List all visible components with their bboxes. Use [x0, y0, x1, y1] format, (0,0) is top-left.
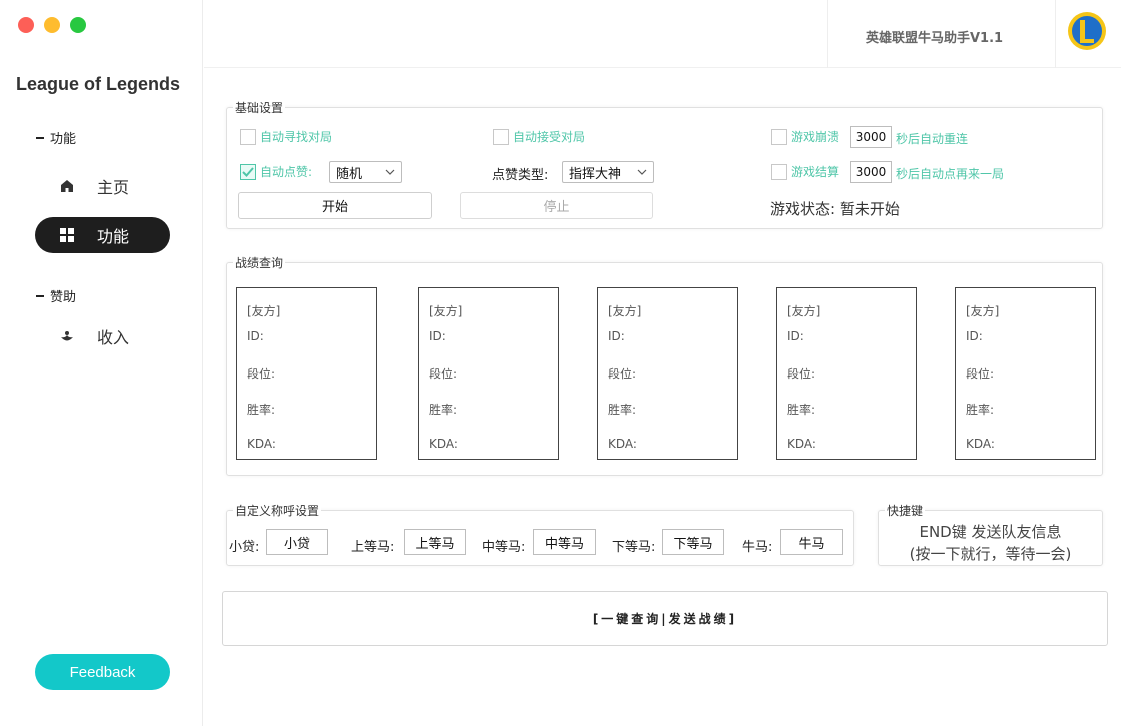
hotkey-title: 快捷键 — [885, 502, 926, 519]
home-icon — [59, 178, 75, 194]
name-input[interactable]: 上等马 — [404, 529, 466, 555]
end-delay-input[interactable]: 3000 — [850, 161, 892, 183]
stop-button[interactable]: 停止 — [460, 192, 653, 219]
sidebar-item-label: 主页 — [97, 178, 130, 197]
header-title: 英雄联盟牛马助手V1.1 — [866, 31, 1004, 46]
player-card: [友方] ID: 段位: 胜率: KDA: — [776, 287, 917, 460]
sidebar-item-home[interactable]: 主页 — [35, 168, 170, 204]
like-type-label: 点赞类型: — [492, 168, 549, 183]
name-input[interactable]: 牛马 — [780, 529, 843, 555]
name-label: 牛马: — [742, 540, 773, 555]
feedback-button[interactable]: Feedback — [35, 654, 170, 690]
dash-icon — [36, 136, 44, 139]
window-controls — [18, 17, 86, 33]
name-label: 上等马: — [351, 540, 395, 555]
sidebar-item-income[interactable]: 收入 — [35, 318, 170, 354]
basic-settings-title: 基础设置 — [233, 99, 286, 116]
close-window-button[interactable] — [18, 17, 34, 33]
section-function: 功能 — [36, 128, 76, 147]
grid-icon — [59, 227, 75, 243]
header-divider — [1055, 0, 1056, 68]
header: 英雄联盟牛马助手V1.1 — [204, 0, 1121, 68]
header-divider — [827, 0, 828, 68]
crash-suffix-label: 秒后自动重连 — [896, 132, 969, 146]
crash-reconnect-checkbox[interactable]: 游戏崩溃 — [771, 128, 839, 145]
name-label: 下等马: — [612, 540, 656, 555]
end-replay-checkbox[interactable]: 游戏结算 — [771, 163, 839, 180]
auto-like-checkbox[interactable]: 自动点赞: — [240, 163, 312, 180]
section-sponsor: 赞助 — [36, 286, 76, 305]
player-card: [友方] ID: 段位: 胜率: KDA: — [236, 287, 377, 460]
player-card: [友方] ID: 段位: 胜率: KDA: — [955, 287, 1096, 460]
check-icon — [242, 166, 254, 177]
name-label: 小贷: — [229, 540, 260, 555]
name-input[interactable]: 小贷 — [266, 529, 328, 555]
sidebar-item-label: 功能 — [97, 227, 130, 246]
auto-accept-checkbox[interactable]: 自动接受对局 — [493, 128, 585, 145]
auto-find-checkbox[interactable]: 自动寻找对局 — [240, 128, 332, 145]
crash-delay-input[interactable]: 3000 — [850, 126, 892, 148]
name-input[interactable]: 中等马 — [533, 529, 596, 555]
game-status-value: 暂未开始 — [839, 200, 900, 218]
like-mode-select[interactable]: 随机 — [329, 161, 402, 183]
game-status: 游戏状态: 暂未开始 — [770, 200, 900, 218]
sidebar-item-label: 收入 — [97, 328, 130, 347]
zoom-window-button[interactable] — [70, 17, 86, 33]
player-card: [友方] ID: 段位: 胜率: KDA: — [418, 287, 559, 460]
end-suffix-label: 秒后自动点再来一局 — [896, 167, 1005, 181]
hotkey-line-1: END键 发送队友信息 — [919, 523, 1062, 541]
minimize-window-button[interactable] — [44, 17, 60, 33]
like-type-select[interactable]: 指挥大神 — [562, 161, 654, 183]
sidebar: League of Legends 功能 主页 功能 赞助 收入 Feedbac… — [0, 0, 203, 726]
start-button[interactable]: 开始 — [238, 192, 432, 219]
sidebar-item-function[interactable]: 功能 — [35, 217, 170, 253]
name-label: 中等马: — [482, 540, 526, 555]
chevron-down-icon — [637, 169, 647, 175]
dash-icon — [36, 294, 44, 297]
custom-names-title: 自定义称呼设置 — [233, 502, 322, 519]
hotkey-line-2: (按一下就行，等待一会) — [909, 545, 1072, 563]
name-input[interactable]: 下等马 — [662, 529, 724, 555]
chevron-down-icon — [385, 169, 395, 175]
records-title: 战绩查询 — [233, 254, 286, 271]
league-logo-icon — [1068, 12, 1106, 50]
player-card: [友方] ID: 段位: 胜率: KDA: — [597, 287, 738, 460]
app-name: League of Legends — [16, 74, 181, 94]
income-icon — [59, 328, 75, 344]
query-send-record-button[interactable]: [一键查询|发送战绩] — [222, 591, 1108, 646]
